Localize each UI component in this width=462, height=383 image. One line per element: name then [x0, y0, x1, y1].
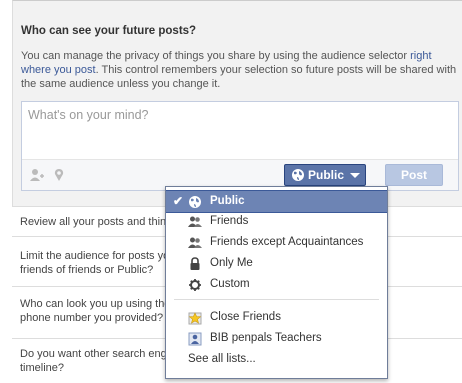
menu-item-label: Friends except Acquaintances	[210, 236, 364, 248]
globe-icon	[189, 196, 201, 208]
row-text-line2: friends of friends or Public?	[20, 264, 154, 276]
see-all-lists-label: See all lists...	[188, 353, 256, 365]
menu-item-close-friends[interactable]: Close Friends	[166, 307, 387, 328]
globe-icon	[292, 169, 304, 181]
caret-down-icon	[350, 173, 360, 178]
audience-selector-button[interactable]: Public	[284, 164, 366, 186]
friends-icon	[188, 216, 202, 227]
row-text: Do you want other search engines to link…	[20, 348, 170, 360]
see-all-lists-link[interactable]: See all lists...	[166, 349, 387, 370]
description-text: You can manage the privacy of things you…	[21, 50, 408, 62]
lock-icon	[190, 257, 200, 270]
location-pin-icon[interactable]	[52, 168, 66, 182]
menu-item-public[interactable]: ✔ Public	[166, 190, 387, 213]
row-text: Who can look you up using the email addr…	[20, 298, 170, 310]
menu-item-friends[interactable]: Friends	[166, 211, 387, 232]
person-list-icon	[188, 332, 202, 346]
menu-item-label: Friends	[210, 215, 249, 227]
audience-dropdown-menu: ✔ Public Friends Friends except Acquaint…	[165, 186, 388, 379]
menu-item-only-me[interactable]: Only Me	[166, 253, 387, 274]
checkmark-icon: ✔	[173, 194, 184, 208]
row-text-line2: timeline?	[20, 362, 65, 374]
menu-item-custom[interactable]: Custom	[166, 274, 387, 295]
menu-item-label: Close Friends	[210, 311, 281, 323]
row-text: Limit the audience for posts you've shar…	[20, 250, 170, 262]
menu-item-label: BIB penpals Teachers	[210, 332, 322, 344]
menu-item-label: Public	[210, 195, 245, 207]
status-input[interactable]: What's on your mind?	[28, 108, 149, 122]
menu-item-label: Custom	[210, 278, 250, 290]
future-posts-title: Who can see your future posts?	[21, 25, 197, 37]
row-text-line2: phone number you provided?	[20, 312, 164, 324]
future-posts-description: You can manage the privacy of things you…	[21, 49, 457, 91]
menu-divider	[174, 299, 379, 300]
audience-label: Public	[308, 168, 345, 182]
menu-item-friends-except-acquaintances[interactable]: Friends except Acquaintances	[166, 232, 387, 253]
menu-item-bib-penpals-teachers[interactable]: BIB penpals Teachers	[166, 328, 387, 349]
tag-people-icon[interactable]	[30, 168, 44, 182]
menu-item-label: Only Me	[210, 257, 253, 269]
post-button[interactable]: Post	[385, 164, 443, 186]
gear-icon	[189, 279, 201, 291]
star-list-icon	[188, 312, 202, 325]
friends-except-icon	[188, 237, 202, 248]
row-text: Review all your posts and things you're …	[20, 216, 170, 228]
